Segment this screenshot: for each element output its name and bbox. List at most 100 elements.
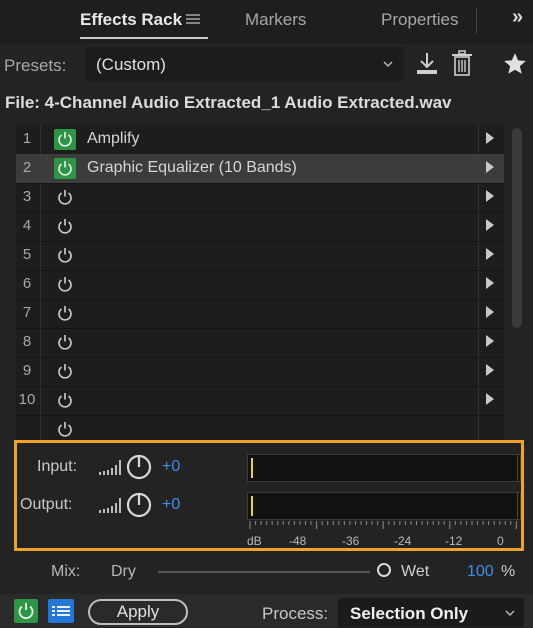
scale-label: -24 xyxy=(394,534,412,548)
rack-scrollbar[interactable] xyxy=(512,128,522,328)
rack-effect-name: Graphic Equalizer (10 Bands) xyxy=(87,159,297,176)
play-arrow-icon[interactable] xyxy=(485,247,495,264)
dropdown-chevron-icon xyxy=(382,54,394,77)
rack-row[interactable]: 2 Graphic Equalizer (10 Bands) xyxy=(16,154,504,184)
process-dropdown[interactable]: Selection Only xyxy=(338,598,524,627)
mix-slider-track[interactable] xyxy=(158,571,370,573)
rack-row[interactable]: 8 xyxy=(16,328,504,358)
list-icon xyxy=(52,606,70,616)
output-gain-knob-icon[interactable] xyxy=(124,490,154,525)
process-label: Process: xyxy=(262,604,329,623)
rack-row-number: 9 xyxy=(22,362,32,379)
meter-end xyxy=(517,493,518,519)
file-name-label: File: 4-Channel Audio Extracted_1 Audio … xyxy=(5,93,452,112)
rack-effect-name: Amplify xyxy=(87,130,140,147)
meter-end xyxy=(517,455,518,481)
power-icon[interactable] xyxy=(54,274,76,295)
meter-scale-ticks xyxy=(249,521,517,529)
power-icon[interactable] xyxy=(54,129,76,150)
play-arrow-icon[interactable] xyxy=(485,276,495,293)
rack-row-number: 2 xyxy=(22,159,32,176)
rack-row-number: 5 xyxy=(22,246,32,263)
rack-row[interactable]: 3 xyxy=(16,183,504,213)
power-icon[interactable] xyxy=(54,245,76,266)
rack-row[interactable]: 7 xyxy=(16,299,504,329)
rack-row[interactable]: 10 xyxy=(16,386,504,416)
rack-row[interactable]: 4 xyxy=(16,212,504,242)
rack-row-number: 3 xyxy=(22,188,32,205)
hamburger-menu-icon[interactable] xyxy=(184,7,202,34)
power-icon[interactable] xyxy=(54,361,76,382)
meter-peak-marker xyxy=(251,458,253,478)
trash-icon[interactable] xyxy=(449,49,475,84)
power-icon[interactable] xyxy=(54,303,76,324)
power-icon[interactable] xyxy=(54,216,76,237)
rack-row-number: 10 xyxy=(18,391,36,408)
effects-rack-list: 1 Amplify 2 Graphic Equalizer (10 Bands) 3 4 5… xyxy=(16,125,504,441)
presets-dropdown[interactable]: (Custom) xyxy=(86,47,404,81)
play-arrow-icon[interactable] xyxy=(485,363,495,380)
rack-row[interactable]: 1 Amplify xyxy=(16,125,504,155)
scale-label: -12 xyxy=(445,534,463,548)
panel-tab-bar: Effects Rack Markers Properties » xyxy=(0,0,533,44)
tab-properties[interactable]: Properties xyxy=(381,10,458,30)
mix-unit: % xyxy=(501,563,516,580)
active-tab-underline xyxy=(80,37,208,39)
power-icon[interactable] xyxy=(54,158,76,179)
play-arrow-icon[interactable] xyxy=(485,305,495,322)
input-output-panel: Input: +0 Output: +0 dB -48 -36 -24 -12 … xyxy=(14,440,524,551)
effects-list-button[interactable] xyxy=(48,599,74,623)
scale-label-db: dB xyxy=(247,534,262,548)
output-gain-value[interactable]: +0 xyxy=(162,496,180,514)
overflow-chevron-icon[interactable]: » xyxy=(512,6,523,29)
rack-row-number: 7 xyxy=(22,304,32,321)
play-arrow-icon[interactable] xyxy=(485,189,495,206)
power-icon xyxy=(18,603,34,620)
output-level-meter xyxy=(247,492,521,520)
presets-value: (Custom) xyxy=(96,55,166,74)
rack-row-number: 1 xyxy=(22,130,32,147)
input-gain-knob-icon[interactable] xyxy=(124,452,154,487)
wet-label: Wet xyxy=(401,563,430,580)
input-label: Input: xyxy=(37,458,78,475)
master-power-button[interactable] xyxy=(14,599,38,623)
play-arrow-icon[interactable] xyxy=(485,131,495,148)
input-gain-value[interactable]: +0 xyxy=(162,458,180,476)
play-arrow-icon[interactable] xyxy=(485,218,495,235)
tab-markers[interactable]: Markers xyxy=(245,10,306,30)
rack-row-number: 8 xyxy=(22,333,32,350)
play-arrow-icon[interactable] xyxy=(485,392,495,409)
download-preset-icon[interactable] xyxy=(412,49,442,84)
rack-row-number: 6 xyxy=(22,275,32,292)
output-label: Output: xyxy=(20,496,73,513)
rack-row[interactable]: 6 xyxy=(16,270,504,300)
star-icon[interactable] xyxy=(502,51,528,82)
scale-label: 0 xyxy=(497,534,504,548)
mix-slider-handle[interactable] xyxy=(377,563,391,577)
power-icon[interactable] xyxy=(54,187,76,208)
signal-bars-icon xyxy=(98,457,122,482)
tab-divider xyxy=(476,8,477,34)
presets-label: Presets: xyxy=(4,56,67,75)
power-icon[interactable] xyxy=(54,332,76,353)
tab-effects-rack[interactable]: Effects Rack xyxy=(80,10,182,30)
signal-bars-icon xyxy=(98,495,122,520)
play-arrow-icon[interactable] xyxy=(485,334,495,351)
rack-row[interactable]: 5 xyxy=(16,241,504,271)
power-icon[interactable] xyxy=(54,390,76,411)
play-arrow-icon[interactable] xyxy=(485,160,495,177)
scale-label: -48 xyxy=(289,534,307,548)
dropdown-chevron-icon xyxy=(504,604,516,625)
rack-row[interactable] xyxy=(16,415,504,441)
apply-button[interactable]: Apply xyxy=(88,599,188,625)
dry-label: Dry xyxy=(111,563,136,580)
rack-row[interactable]: 9 xyxy=(16,357,504,387)
input-level-meter xyxy=(247,454,521,482)
mix-label: Mix: xyxy=(51,563,81,580)
power-icon[interactable] xyxy=(54,419,76,440)
scale-label: -36 xyxy=(342,534,360,548)
rack-row-number: 4 xyxy=(22,217,32,234)
mix-value[interactable]: 100 xyxy=(467,563,494,581)
meter-peak-marker xyxy=(251,496,253,516)
process-value: Selection Only xyxy=(350,604,469,623)
